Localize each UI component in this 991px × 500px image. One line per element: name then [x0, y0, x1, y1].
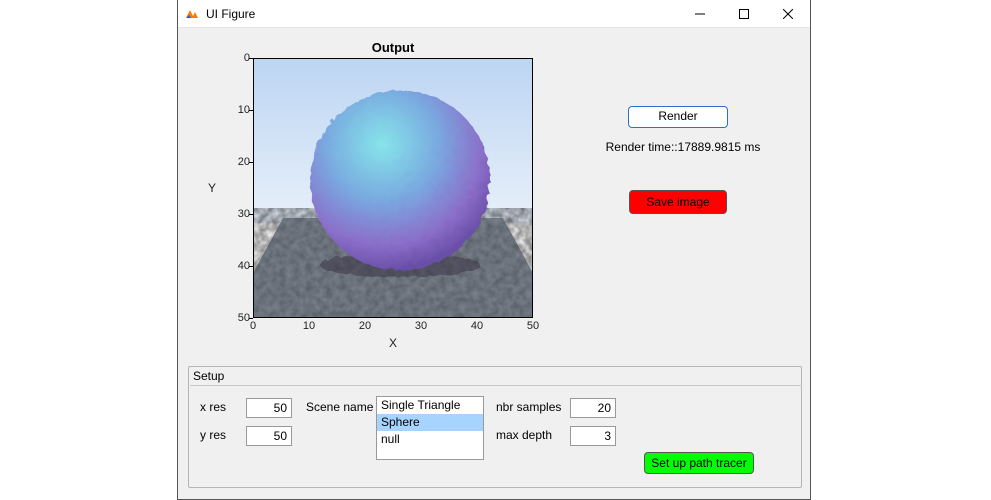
x-tick: 10 — [303, 320, 315, 332]
max-depth-label: max depth — [496, 428, 552, 442]
scene-name-label: Scene name — [306, 400, 373, 414]
yres-input[interactable] — [246, 426, 292, 446]
nbr-samples-label: nbr samples — [496, 400, 561, 414]
x-axis-label: X — [253, 336, 533, 350]
output-axes: Output 0 10 20 30 40 50 Y — [198, 40, 568, 362]
x-tick: 30 — [415, 320, 427, 332]
render-time-text: Render time::17889.9815 ms — [578, 140, 788, 154]
xres-label: x res — [200, 400, 226, 414]
axes-title: Output — [253, 40, 533, 55]
window-title: UI Figure — [206, 7, 255, 21]
scene-name-listbox[interactable]: Single Triangle Sphere null — [376, 396, 484, 460]
minimize-button[interactable] — [678, 0, 722, 27]
nbr-samples-input[interactable] — [570, 398, 616, 418]
window-controls — [678, 0, 810, 27]
setup-panel-title: Setup — [193, 369, 224, 383]
x-tick: 20 — [359, 320, 371, 332]
save-image-button[interactable]: Save image — [629, 190, 727, 214]
close-button[interactable] — [766, 0, 810, 27]
x-tick: 0 — [250, 320, 256, 332]
y-tick-labels: 0 10 20 30 40 50 — [228, 58, 250, 318]
max-depth-input[interactable] — [570, 426, 616, 446]
xres-input[interactable] — [246, 398, 292, 418]
list-item[interactable]: null — [377, 431, 483, 448]
x-tick-labels: 0 10 20 30 40 50 — [253, 320, 533, 336]
rendered-image — [253, 58, 533, 318]
setup-panel-body: x res y res Scene name Single Triangle S… — [190, 385, 802, 485]
maximize-button[interactable] — [722, 0, 766, 27]
list-item[interactable]: Single Triangle — [377, 397, 483, 414]
setup-panel: Setup x res y res Scene name Single Tria… — [188, 366, 802, 488]
matlab-logo-icon — [184, 6, 200, 22]
y-axis-label: Y — [208, 181, 216, 195]
titlebar: UI Figure — [178, 0, 810, 28]
x-tick: 40 — [471, 320, 483, 332]
window-frame: UI Figure Output 0 10 20 30 40 50 — [177, 0, 811, 500]
render-button[interactable]: Render — [628, 106, 728, 128]
list-item[interactable]: Sphere — [377, 414, 483, 431]
client-area: Output 0 10 20 30 40 50 Y — [178, 28, 810, 499]
set-up-path-tracer-button[interactable]: Set up path tracer — [644, 452, 754, 474]
yres-label: y res — [200, 428, 226, 442]
x-tick: 50 — [527, 320, 539, 332]
